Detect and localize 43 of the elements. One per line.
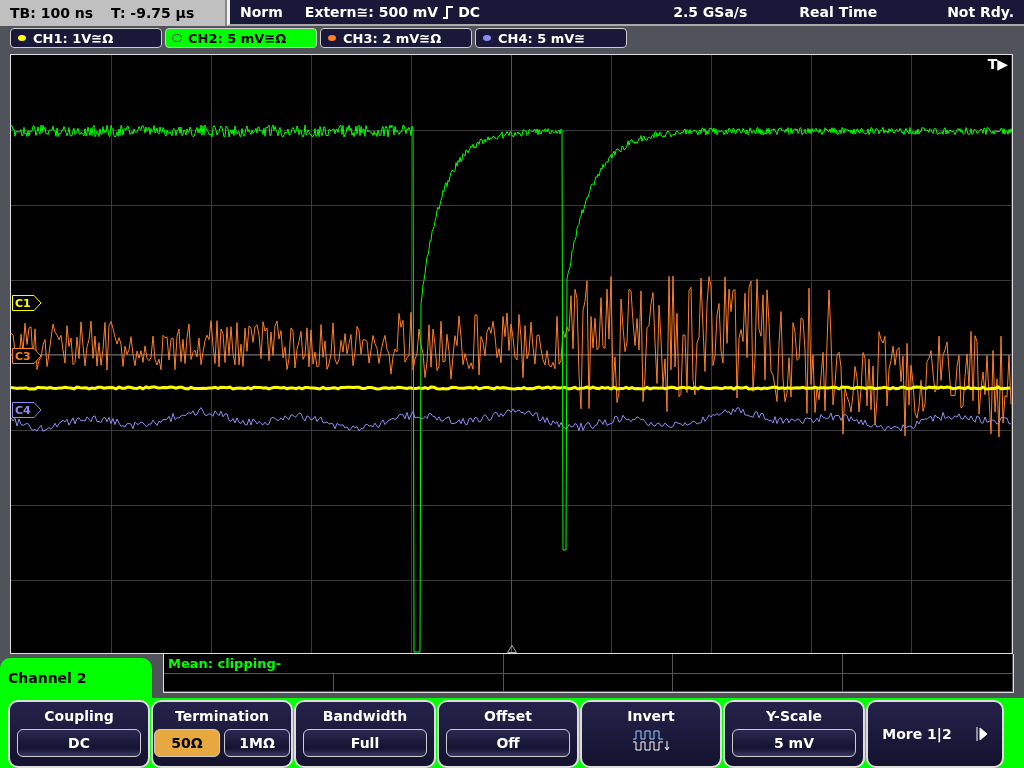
status-label: Not Rdy. bbox=[947, 4, 1014, 20]
softkey-label: Offset bbox=[484, 708, 532, 724]
more-button[interactable]: More 1|2 bbox=[866, 700, 1004, 768]
trigger-position-icon bbox=[507, 645, 517, 653]
trigger-coupling-label: DC bbox=[458, 4, 481, 20]
timebase-label: TB: 100 ns bbox=[10, 5, 94, 21]
channel-marker[interactable]: C1 bbox=[12, 295, 42, 311]
option-button[interactable]: 50Ω bbox=[154, 729, 220, 757]
trigger-mode-label: Norm bbox=[240, 4, 283, 20]
value-button[interactable]: DC bbox=[17, 729, 141, 757]
softkey[interactable]: Y-Scale 5 mV bbox=[723, 700, 865, 768]
channel-tab[interactable]: CH1: 1V≅Ω bbox=[10, 28, 162, 48]
value-button[interactable]: Off bbox=[446, 729, 570, 757]
channel-marker[interactable]: C4 bbox=[12, 402, 42, 418]
channel-label: CH4: 5 mV≅ bbox=[498, 30, 586, 46]
channel-tab[interactable]: CH2: 5 mV≅Ω bbox=[165, 28, 317, 48]
next-arrow-icon bbox=[975, 726, 988, 742]
option-button[interactable]: 1MΩ bbox=[224, 729, 290, 757]
invert-button[interactable]: Invert bbox=[580, 700, 722, 768]
channel-marker[interactable]: C3 bbox=[12, 348, 42, 364]
acquisition-mode-label: Real Time bbox=[799, 4, 878, 20]
softkey-label: Termination bbox=[175, 708, 269, 724]
channel-tab[interactable]: CH4: 5 mV≅ bbox=[475, 28, 627, 48]
trigger-time-label: T: -9.75 µs bbox=[111, 5, 195, 21]
value-button[interactable]: 5 mV bbox=[732, 729, 856, 757]
softkey-label: Y-Scale bbox=[766, 708, 822, 724]
channel-label: CH2: 5 mV≅Ω bbox=[188, 30, 287, 46]
softkey[interactable]: Coupling DC bbox=[8, 700, 150, 768]
channel-label: CH1: 1V≅Ω bbox=[33, 30, 114, 46]
measurement-text: Mean: clipping- bbox=[164, 654, 504, 674]
softkey[interactable]: Termination 50Ω 1MΩ bbox=[151, 700, 293, 768]
softkey-label: Coupling bbox=[44, 708, 114, 724]
softkey[interactable]: Bandwidth Full bbox=[294, 700, 436, 768]
channel-label: CH3: 2 mV≅Ω bbox=[343, 30, 442, 46]
rising-edge-icon bbox=[442, 5, 455, 19]
sample-rate-label: 2.5 GSa/s bbox=[673, 4, 748, 20]
softkey-label: Bandwidth bbox=[322, 708, 408, 724]
trigger-marker: T▶ bbox=[987, 56, 1008, 72]
channel-tab[interactable]: CH3: 2 mV≅Ω bbox=[320, 28, 472, 48]
value-button[interactable]: Full bbox=[303, 729, 427, 757]
softkey[interactable]: Offset Off bbox=[437, 700, 579, 768]
inverted-square-wave-icon bbox=[631, 729, 671, 753]
trigger-source-label: Extern≅: 500 mV bbox=[304, 4, 439, 20]
